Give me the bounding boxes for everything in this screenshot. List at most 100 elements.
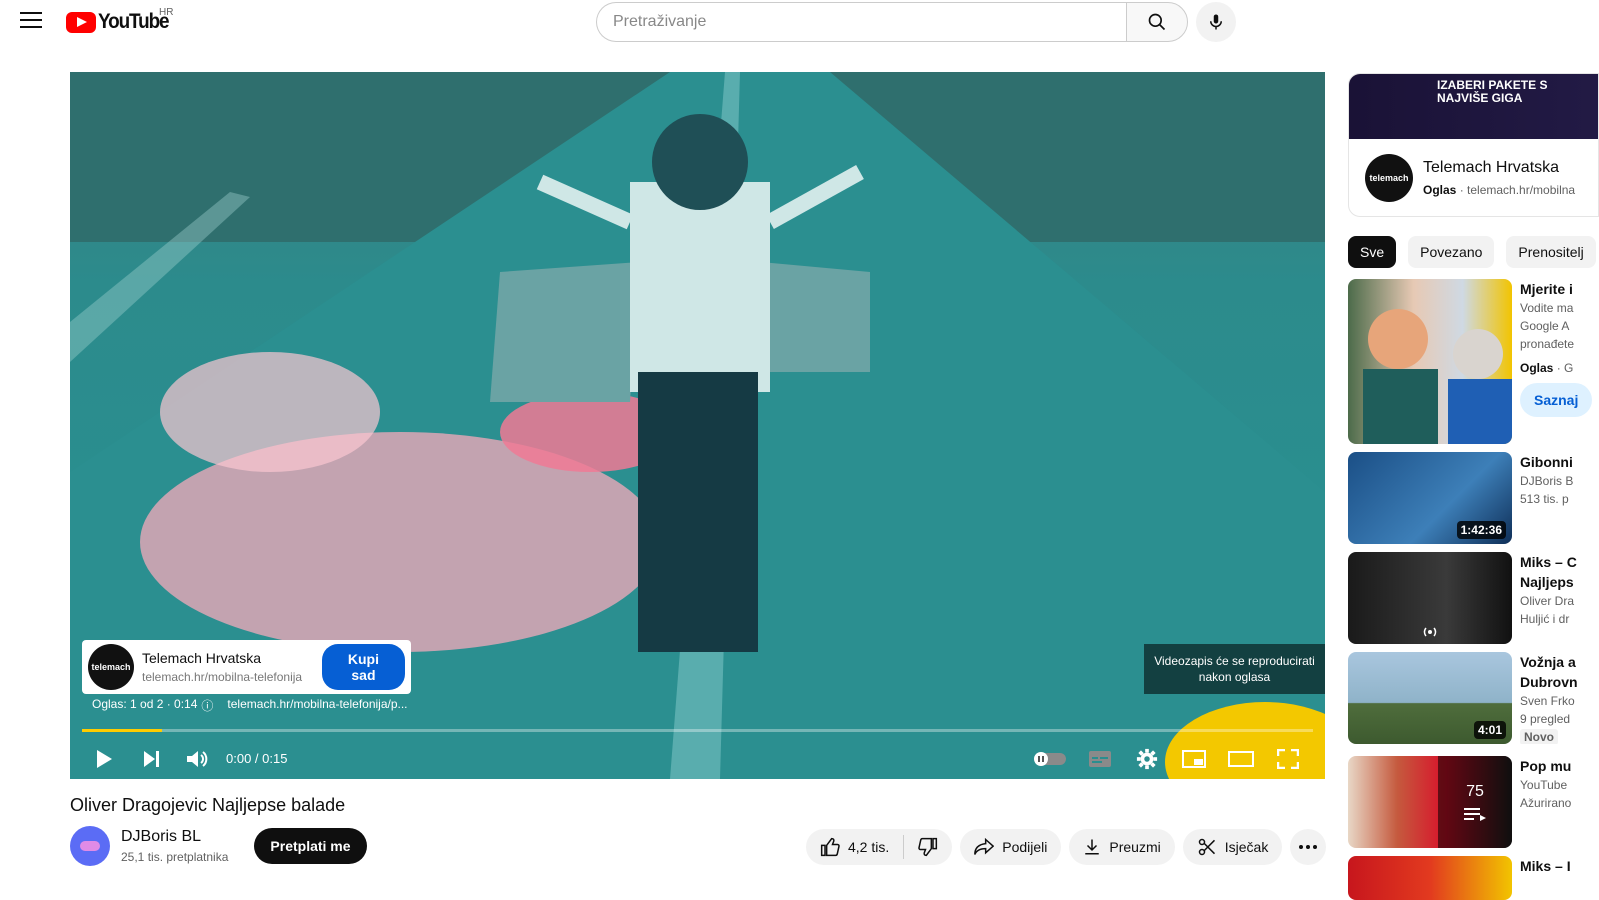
ad-advertiser-avatar: telemach [1365, 154, 1413, 202]
rec-line: Vodite ma [1520, 301, 1574, 315]
recommendation-playlist[interactable]: 75 Pop mu YouTube Ažurirano [1348, 756, 1599, 848]
play-icon [97, 750, 112, 768]
rec-line: DJBoris B [1520, 474, 1574, 488]
progress-fill [82, 729, 162, 732]
advertiser-url: telemach.hr/mobilna-telefonija [141, 670, 303, 684]
rec-line: 9 pregled [1520, 712, 1571, 726]
video-thumbnail [1348, 552, 1512, 644]
voice-search-button[interactable] [1196, 2, 1236, 42]
country-code: HR [159, 7, 174, 18]
chip-related[interactable]: Povezano [1408, 236, 1495, 268]
play-button[interactable] [89, 744, 119, 774]
rec-line: Ažurirano [1520, 796, 1572, 810]
chip-all[interactable]: Sve [1348, 236, 1397, 268]
download-label: Preuzmi [1109, 839, 1161, 855]
subscribe-button[interactable]: Pretplati me [254, 828, 367, 864]
video-player[interactable]: telemach Telemach Hrvatska telemach.hr/m… [70, 72, 1325, 779]
search-button[interactable] [1126, 2, 1188, 42]
video-duration: 1:42:36 [1456, 521, 1506, 539]
advertiser-avatar: telemach [88, 644, 134, 690]
playlist-icon [1464, 808, 1486, 821]
more-actions-button[interactable] [1290, 829, 1327, 865]
channel-name[interactable]: DJBoris BL [121, 828, 228, 846]
chip-uploader[interactable]: Prenositelj [1506, 236, 1596, 268]
buy-now-button[interactable]: Kupi sad [321, 644, 405, 690]
fullscreen-button[interactable] [1273, 744, 1303, 774]
youtube-play-icon [66, 11, 96, 33]
rec-ad-badge-tail: · G [1553, 361, 1574, 375]
clip-button[interactable]: Isječak [1182, 829, 1283, 865]
share-button[interactable]: Podijeli [960, 829, 1062, 865]
ad-link[interactable]: telemach.hr/mobilna-telefonija/p... [227, 697, 407, 714]
rec-title: Pop mu [1520, 758, 1572, 774]
recommendation-item[interactable]: 4:01 Vožnja a Dubrovn Sven Frko 9 pregle… [1348, 652, 1599, 744]
menu-icon[interactable] [20, 12, 42, 30]
thumbs-up-icon [820, 837, 840, 857]
dislike-button[interactable] [904, 837, 952, 857]
ad-countdown-notice: Videozapis će se reproducirati nakon ogl… [1144, 644, 1325, 694]
share-icon [974, 838, 995, 855]
rec-line: Huljić i dr [1520, 612, 1570, 626]
info-icon[interactable]: ⓘ [201, 697, 213, 714]
recommendation-item[interactable]: 1:42:36 Gibonni DJBoris B 513 tis. p [1348, 452, 1599, 544]
settings-button[interactable] [1132, 744, 1162, 774]
search-icon [1148, 13, 1166, 31]
ad-label: Oglas [1423, 183, 1457, 197]
autoplay-toggle-icon [1034, 752, 1066, 766]
next-button[interactable] [136, 744, 166, 774]
share-label: Podijeli [1002, 839, 1048, 855]
rec-line: Google A [1520, 319, 1570, 333]
gear-icon [1136, 748, 1158, 770]
subscriber-count: 25,1 tis. pretplatnika [121, 850, 229, 864]
advertiser-name: Telemach Hrvatska [141, 650, 262, 666]
ad-thumbnail [1348, 279, 1512, 444]
playlist-overlay: 75 [1438, 756, 1512, 848]
fullscreen-icon [1277, 749, 1299, 769]
volume-button[interactable] [182, 744, 212, 774]
rec-line: YouTube [1520, 778, 1568, 792]
video-actions: 4,2 tis. Podijeli Preuzmi Isječak [806, 829, 1327, 865]
recommendation-item[interactable]: Miks – C Najljeps Oliver Dra Huljić i dr [1348, 552, 1599, 644]
theater-icon [1228, 751, 1254, 767]
next-icon [144, 751, 159, 767]
video-title: Oliver Dragojevic Najljepse balade [70, 795, 346, 815]
rec-line: pronađete [1520, 337, 1575, 351]
more-horizontal-icon [1299, 845, 1318, 849]
miniplayer-icon [1182, 750, 1206, 768]
microphone-icon [1210, 14, 1222, 30]
like-button[interactable]: 4,2 tis. [806, 835, 905, 859]
search-input[interactable] [596, 2, 1126, 42]
logo-text: YouTube [98, 10, 170, 33]
download-icon [1085, 839, 1100, 855]
live-mix-icon [1423, 627, 1437, 637]
progress-bar[interactable] [82, 729, 1313, 732]
rec-title: Gibonni [1520, 454, 1573, 470]
channel-avatar[interactable] [70, 826, 110, 866]
rec-title-line2: Dubrovn [1520, 674, 1578, 690]
ad-counter: Oglas: 1 od 2 · 0:14 [92, 697, 198, 711]
rec-ad-badge: Oglas [1520, 361, 1554, 375]
autoplay-toggle[interactable] [1032, 744, 1068, 774]
rec-title: Miks – C [1520, 554, 1577, 570]
time-display: 0:00 / 0:15 [226, 751, 288, 766]
ad-meta: Oglas: 1 od 2 · 0:14 ⓘ telemach.hr/mobil… [92, 697, 408, 714]
recommendation-item[interactable]: Miks – I [1348, 856, 1599, 900]
volume-icon [187, 751, 208, 767]
ad-banner-image: IZABERI PAKETE S NAJVIŠE GIGA [1349, 74, 1598, 139]
channel-avatar-image [80, 841, 100, 851]
rec-line: Oliver Dra [1520, 594, 1575, 608]
ad-advertiser-name: Telemach Hrvatska [1423, 159, 1560, 176]
learn-more-button[interactable]: Saznaj [1520, 383, 1593, 417]
rec-ad-label: Oglas · G [1520, 359, 1599, 377]
like-dislike-group: 4,2 tis. [806, 829, 953, 865]
clip-label: Isječak [1224, 839, 1269, 855]
rec-title-line2: Najljeps [1520, 574, 1574, 590]
download-button[interactable]: Preuzmi [1069, 829, 1175, 865]
theater-mode-button[interactable] [1226, 744, 1256, 774]
miniplayer-button[interactable] [1179, 744, 1209, 774]
recommendation-ad[interactable]: Mjerite i Vodite ma Google A pronađete O… [1348, 279, 1599, 444]
ad-overlay-card[interactable]: telemach Telemach Hrvatska telemach.hr/m… [82, 640, 411, 694]
scissors-icon [1198, 838, 1215, 856]
sidebar-ad[interactable]: IZABERI PAKETE S NAJVIŠE GIGA telemach T… [1348, 73, 1599, 217]
subtitles-button[interactable] [1085, 744, 1115, 774]
